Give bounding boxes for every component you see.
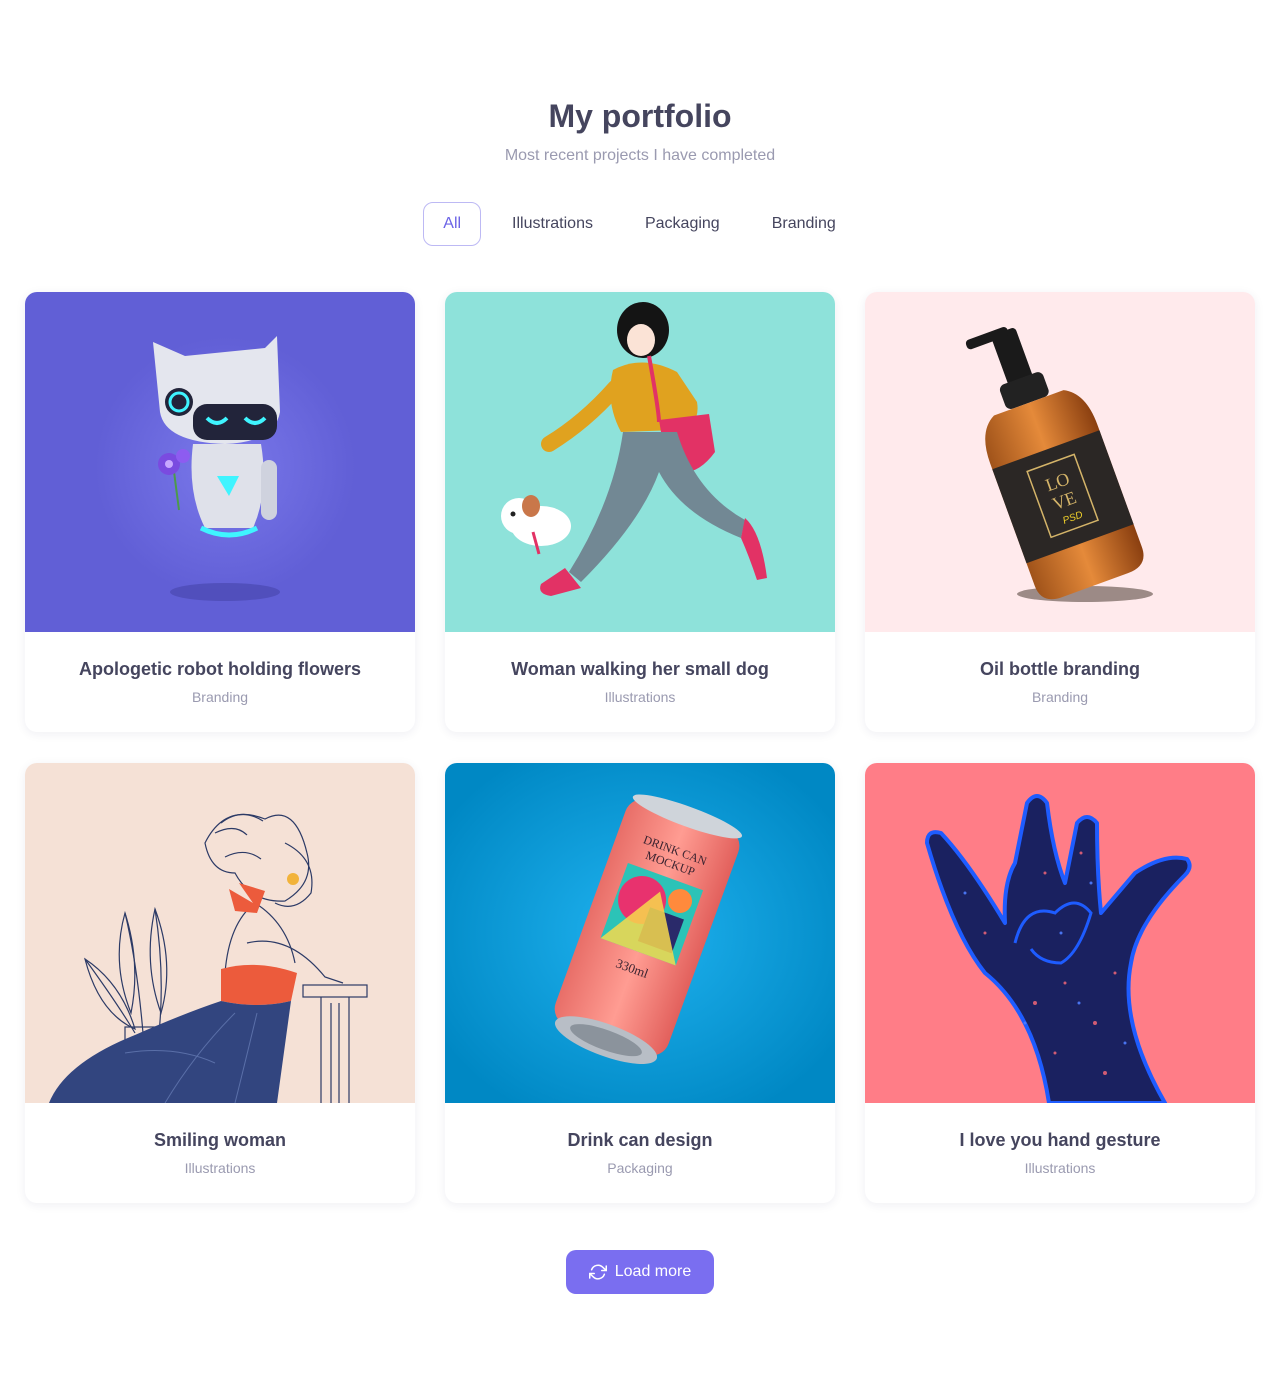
portfolio-header: My portfolio Most recent projects I have… — [0, 0, 1280, 168]
filter-all[interactable]: All — [423, 202, 482, 246]
project-image-smiling-woman — [25, 763, 415, 1103]
page-title: My portfolio — [548, 98, 732, 134]
filter-illustrations[interactable]: Illustrations — [491, 202, 614, 246]
project-title: Apologetic robot holding flowers — [79, 659, 361, 679]
project-title: Woman walking her small dog — [511, 659, 769, 679]
project-title: Oil bottle branding — [980, 659, 1140, 679]
filter-tabs: All Illustrations Packaging Branding — [0, 202, 1280, 246]
load-more-label: Load more — [614, 1263, 692, 1280]
project-info: Drink can design Packaging — [445, 1103, 835, 1203]
project-info: Woman walking her small dog Illustration… — [445, 632, 835, 732]
page-subtitle: Most recent projects I have completed — [504, 147, 776, 164]
project-category: Illustrations — [604, 689, 676, 705]
project-category: Branding — [191, 689, 249, 705]
project-info: Oil bottle branding Branding — [865, 632, 1255, 732]
project-image-hand-gesture — [865, 763, 1255, 1103]
project-card-oil-bottle[interactable]: LO VE PSD Oil bottle branding Branding — [865, 292, 1255, 732]
project-category: Illustrations — [184, 1160, 256, 1176]
project-title: I love you hand gesture — [959, 1130, 1161, 1150]
load-more-button[interactable]: Load more — [566, 1250, 714, 1294]
project-image-woman-dog — [445, 292, 835, 632]
filter-branding[interactable]: Branding — [751, 202, 857, 246]
project-category: Illustrations — [1024, 1160, 1096, 1176]
project-image-drink-can: DRINK CAN MOCKUP 330ml — [445, 763, 835, 1103]
project-title: Drink can design — [567, 1130, 713, 1150]
project-card-woman-dog[interactable]: Woman walking her small dog Illustration… — [445, 292, 835, 732]
filter-packaging[interactable]: Packaging — [624, 202, 741, 246]
project-category: Packaging — [607, 1160, 673, 1176]
project-info: Apologetic robot holding flowers Brandin… — [25, 632, 415, 732]
project-title: Smiling woman — [153, 1130, 286, 1150]
project-card-drink-can[interactable]: DRINK CAN MOCKUP 330ml Drink can design … — [445, 763, 835, 1203]
project-info: I love you hand gesture Illustrations — [865, 1103, 1255, 1203]
refresh-icon — [588, 1264, 607, 1280]
project-category: Branding — [1031, 689, 1089, 705]
project-card-hand-gesture[interactable]: I love you hand gesture Illustrations — [865, 763, 1255, 1203]
project-card-robot[interactable]: Apologetic robot holding flowers Brandin… — [25, 292, 415, 732]
project-image-robot — [25, 292, 415, 632]
project-info: Smiling woman Illustrations — [25, 1103, 415, 1203]
project-image-oil-bottle: LO VE PSD — [865, 292, 1255, 632]
project-card-smiling-woman[interactable]: Smiling woman Illustrations — [25, 763, 415, 1203]
portfolio-grid: Apologetic robot holding flowers Brandin… — [25, 292, 1255, 1203]
